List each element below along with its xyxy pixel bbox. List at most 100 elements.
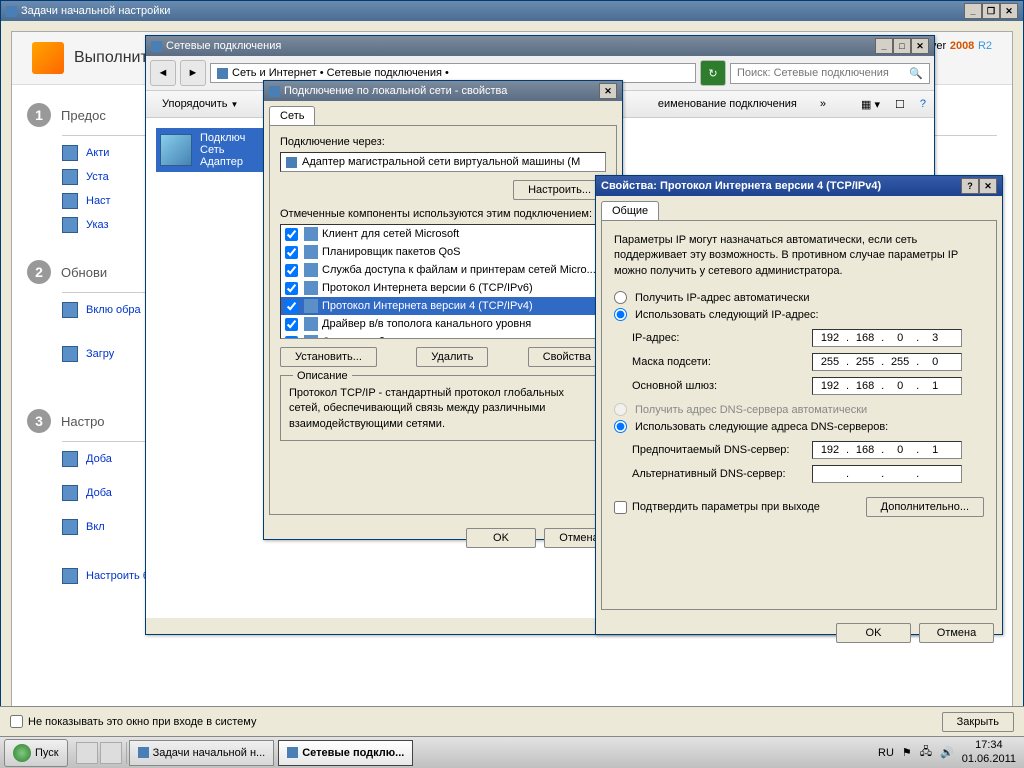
- dns2-input[interactable]: . . .: [812, 465, 962, 483]
- taskbar: Пуск Задачи начальной н... Сетевые подкл…: [0, 736, 1024, 768]
- tools-icon: [138, 747, 149, 758]
- subnet-mask-label: Маска подсети:: [632, 356, 812, 368]
- responder-icon: [304, 335, 318, 339]
- ipv4-properties-dialog: Свойства: Протокол Интернета версии 4 (T…: [595, 175, 1003, 635]
- component-ipv4-selected: Протокол Интернета версии 4 (TCP/IPv4): [281, 297, 605, 315]
- folder-icon: [217, 68, 228, 79]
- ok-button[interactable]: OK: [466, 528, 536, 548]
- taskbar-item-initial-config[interactable]: Задачи начальной н...: [129, 740, 275, 766]
- dns1-label: Предпочитаемый DNS-сервер:: [632, 444, 812, 456]
- taskbar-item-network[interactable]: Сетевые подклю...: [278, 740, 413, 766]
- preview-button[interactable]: ☐: [895, 98, 905, 111]
- help-button[interactable]: ?: [961, 178, 979, 194]
- search-box[interactable]: 🔍: [730, 63, 930, 84]
- task-link[interactable]: Вкл: [86, 521, 105, 533]
- close-button[interactable]: ✕: [979, 178, 997, 194]
- radio-manual-ip[interactable]: Использовать следующий IP-адрес:: [614, 308, 984, 321]
- start-button[interactable]: Пуск: [4, 739, 68, 767]
- search-input[interactable]: [737, 67, 909, 79]
- description-fieldset: Описание Протокол TCP/IP - стандартный п…: [280, 375, 606, 441]
- network-icon: [287, 747, 298, 758]
- advanced-button[interactable]: Дополнительно...: [866, 497, 984, 517]
- ipv4-titlebar: Свойства: Протокол Интернета версии 4 (T…: [596, 176, 1002, 196]
- close-main-button[interactable]: Закрыть: [942, 712, 1014, 732]
- driver-icon: [304, 317, 318, 331]
- windows-orb-icon: [13, 744, 31, 762]
- quick-launch: [72, 742, 127, 764]
- gateway-label: Основной шлюз:: [632, 380, 812, 392]
- cancel-button[interactable]: Отмена: [919, 623, 994, 643]
- tray-sound-icon[interactable]: 🔊: [940, 746, 954, 759]
- netconn-titlebar: Сетевые подключения _ □ ✕: [146, 36, 934, 56]
- adapter-icon: [286, 157, 297, 168]
- components-label: Отмеченные компоненты используются этим …: [280, 208, 606, 220]
- task-link[interactable]: Наст: [86, 195, 111, 207]
- close-button[interactable]: ✕: [599, 83, 617, 99]
- dns1-input[interactable]: . . .: [812, 441, 962, 459]
- rename-button[interactable]: еименование подключения: [650, 95, 805, 113]
- radio-manual-dns[interactable]: Использовать следующие адреса DNS-сервер…: [614, 420, 984, 433]
- dont-show-checkbox[interactable]: [10, 715, 23, 728]
- configure-button[interactable]: Настроить...: [513, 180, 606, 200]
- dont-show-label: Не показывать это окно при входе в систе…: [28, 716, 256, 728]
- ok-button[interactable]: OK: [836, 623, 911, 643]
- forward-button[interactable]: ►: [180, 60, 206, 86]
- close-button[interactable]: ✕: [911, 38, 929, 54]
- component-list[interactable]: Клиент для сетей Microsoft Планировщик п…: [280, 224, 606, 339]
- maximize-button[interactable]: ❐: [982, 3, 1000, 19]
- computer-icon: [62, 217, 78, 233]
- radio-auto-dns: Получить адрес DNS-сервера автоматически: [614, 403, 984, 416]
- connection-item[interactable]: Подключ Сеть Адаптер: [156, 128, 266, 172]
- dns2-label: Альтернативный DNS-сервер:: [632, 468, 812, 480]
- radio-auto-ip[interactable]: Получить IP-адрес автоматически: [614, 291, 984, 304]
- client-icon: [304, 227, 318, 241]
- help-button[interactable]: ?: [920, 98, 926, 110]
- tab-content: Подключение через: Адаптер магистральной…: [269, 125, 617, 515]
- service-icon: [304, 263, 318, 277]
- task-link[interactable]: Указ: [86, 219, 109, 231]
- server-add-icon: [62, 451, 78, 467]
- task-link[interactable]: Вклю обра: [86, 304, 141, 316]
- remove-button[interactable]: Удалить: [416, 347, 488, 367]
- netconn-title: Сетевые подключения: [166, 40, 281, 52]
- arrange-button[interactable]: Упорядочить ▼: [154, 95, 246, 113]
- explorer-icon[interactable]: [100, 742, 122, 764]
- subnet-mask-input[interactable]: . . .: [812, 353, 962, 371]
- tab-general[interactable]: Общие: [601, 201, 659, 220]
- view-icons-button[interactable]: ▦ ▾: [861, 98, 880, 111]
- users-icon: [62, 302, 78, 318]
- minimize-button[interactable]: _: [964, 3, 982, 19]
- main-title: Задачи начальной настройки: [21, 5, 170, 17]
- task-link[interactable]: Доба: [86, 487, 112, 499]
- network-icon: [62, 193, 78, 209]
- task-link[interactable]: Уста: [86, 171, 109, 183]
- tab-network[interactable]: Сеть: [269, 106, 315, 125]
- bottom-bar: Не показывать это окно при входе в систе…: [0, 706, 1024, 736]
- tab-row: Сеть: [269, 106, 617, 125]
- protocol-icon: [304, 299, 318, 313]
- ipv4-content: Параметры IP могут назначаться автоматич…: [601, 220, 997, 610]
- task-link[interactable]: Доба: [86, 453, 112, 465]
- server-manager-icon[interactable]: [76, 742, 98, 764]
- back-button[interactable]: ◄: [150, 60, 176, 86]
- ip-address-input[interactable]: . . .: [812, 329, 962, 347]
- confirm-label: Подтвердить параметры при выходе: [632, 501, 820, 513]
- minimize-button[interactable]: _: [875, 38, 893, 54]
- install-button[interactable]: Установить...: [280, 347, 377, 367]
- lan-properties-dialog: Подключение по локальной сети - свойства…: [263, 80, 623, 540]
- task-link[interactable]: Акти: [86, 147, 109, 159]
- refresh-button[interactable]: ↻: [700, 60, 726, 86]
- gateway-input[interactable]: . . .: [812, 377, 962, 395]
- confirm-on-exit-checkbox[interactable]: [614, 501, 627, 514]
- tray-flag-icon[interactable]: ⚑: [902, 746, 912, 759]
- more-button[interactable]: »: [820, 98, 826, 110]
- maximize-button[interactable]: □: [893, 38, 911, 54]
- tray-clock[interactable]: 17:34 01.06.2011: [962, 739, 1016, 765]
- tray-network-icon[interactable]: 🖧: [920, 743, 932, 762]
- search-icon[interactable]: 🔍: [909, 67, 923, 80]
- close-button[interactable]: ✕: [1000, 3, 1018, 19]
- network-icon: [269, 86, 280, 97]
- task-link[interactable]: Загру: [86, 348, 114, 360]
- connect-via-label: Подключение через:: [280, 136, 606, 148]
- language-indicator[interactable]: RU: [878, 747, 894, 759]
